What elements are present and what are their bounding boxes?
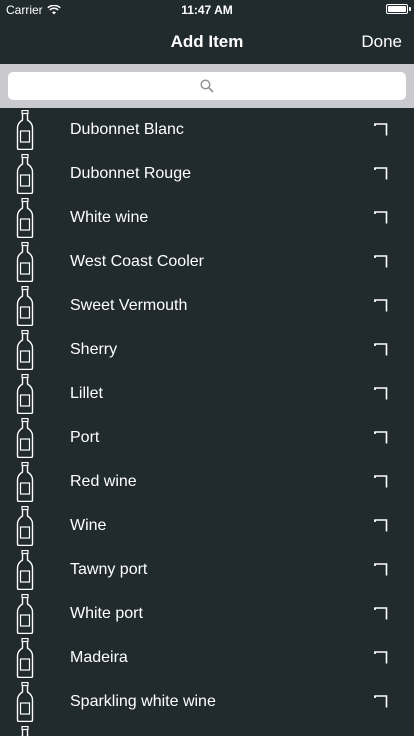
list-item-label: White wine (70, 209, 149, 226)
battery-icon (386, 4, 408, 14)
status-bar: Carrier 11:47 AM (0, 0, 414, 20)
checkbox-icon[interactable] (374, 343, 388, 357)
list-item-label: Sweet Vermouth (70, 297, 188, 314)
bottle-icon (16, 681, 34, 723)
list-item[interactable]: Sweet Vermouth (0, 284, 414, 328)
checkbox-icon[interactable] (374, 211, 388, 225)
search-icon (200, 79, 214, 93)
search-input[interactable] (8, 72, 406, 100)
page-title: Add Item (170, 32, 244, 51)
bottle-icon (16, 549, 34, 591)
checkbox-icon[interactable] (374, 695, 388, 709)
bottle-icon (16, 373, 34, 415)
checkbox-icon[interactable] (374, 299, 388, 313)
list-item[interactable]: Tawny port (0, 548, 414, 592)
list-item-label: White port (70, 605, 143, 622)
list-item[interactable]: White wine (0, 196, 414, 240)
done-button[interactable]: Done (361, 32, 402, 52)
bottle-icon (16, 329, 34, 371)
bottle-icon (16, 593, 34, 635)
bottle-icon (16, 417, 34, 459)
list-item-label: Sparkling white wine (70, 693, 216, 710)
item-list: Dubonnet Blanc Dubonnet Rouge White wine We… (0, 108, 414, 736)
list-item-label: Sherry (70, 341, 118, 358)
checkbox-icon[interactable] (374, 255, 388, 269)
list-item[interactable]: Dubonnet Rouge (0, 152, 414, 196)
list-item[interactable]: White port (0, 592, 414, 636)
list-item-label: Wine (70, 517, 107, 534)
bottle-icon (16, 109, 34, 151)
list-item-label: Dubonnet Rouge (70, 165, 191, 182)
list-item[interactable]: Lillet (0, 372, 414, 416)
list-item[interactable]: Sherry (0, 328, 414, 372)
list-item-label: Tawny port (70, 561, 148, 578)
checkbox-icon[interactable] (374, 651, 388, 665)
checkbox-icon[interactable] (374, 431, 388, 445)
list-item[interactable]: Wine (0, 504, 414, 548)
list-item[interactable]: Dubonnet Blanc (0, 108, 414, 152)
battery-tip (409, 7, 411, 11)
bottle-icon (16, 637, 34, 679)
list-item-label: West Coast Cooler (70, 253, 204, 270)
bottle-icon (16, 241, 34, 283)
checkbox-icon[interactable] (374, 167, 388, 181)
list-item[interactable]: Port (0, 416, 414, 460)
list-item-label: Lillet (70, 385, 103, 402)
list-item[interactable]: Sparkling white wine (0, 680, 414, 724)
list-item[interactable]: Red wine (0, 460, 414, 504)
checkbox-icon[interactable] (374, 607, 388, 621)
list-item-label: Dubonnet Blanc (70, 121, 184, 138)
bottle-icon (16, 153, 34, 195)
bottle-icon (16, 725, 34, 736)
status-time: 11:47 AM (181, 3, 233, 17)
checkbox-icon[interactable] (374, 563, 388, 577)
bottle-icon (16, 197, 34, 239)
navigation-bar: Add Item Done (0, 20, 414, 64)
list-item[interactable] (0, 724, 414, 736)
list-item[interactable]: West Coast Cooler (0, 240, 414, 284)
checkbox-icon[interactable] (374, 475, 388, 489)
list-item-label: Port (70, 429, 100, 446)
bottle-icon (16, 461, 34, 503)
search-bar (0, 64, 414, 108)
list-item[interactable]: Madeira (0, 636, 414, 680)
checkbox-icon[interactable] (374, 387, 388, 401)
list-item-label: Red wine (70, 473, 137, 490)
list-item-label: Madeira (70, 649, 128, 666)
bottle-icon (16, 505, 34, 547)
bottle-icon (16, 285, 34, 327)
checkbox-icon[interactable] (374, 123, 388, 137)
checkbox-icon[interactable] (374, 519, 388, 533)
